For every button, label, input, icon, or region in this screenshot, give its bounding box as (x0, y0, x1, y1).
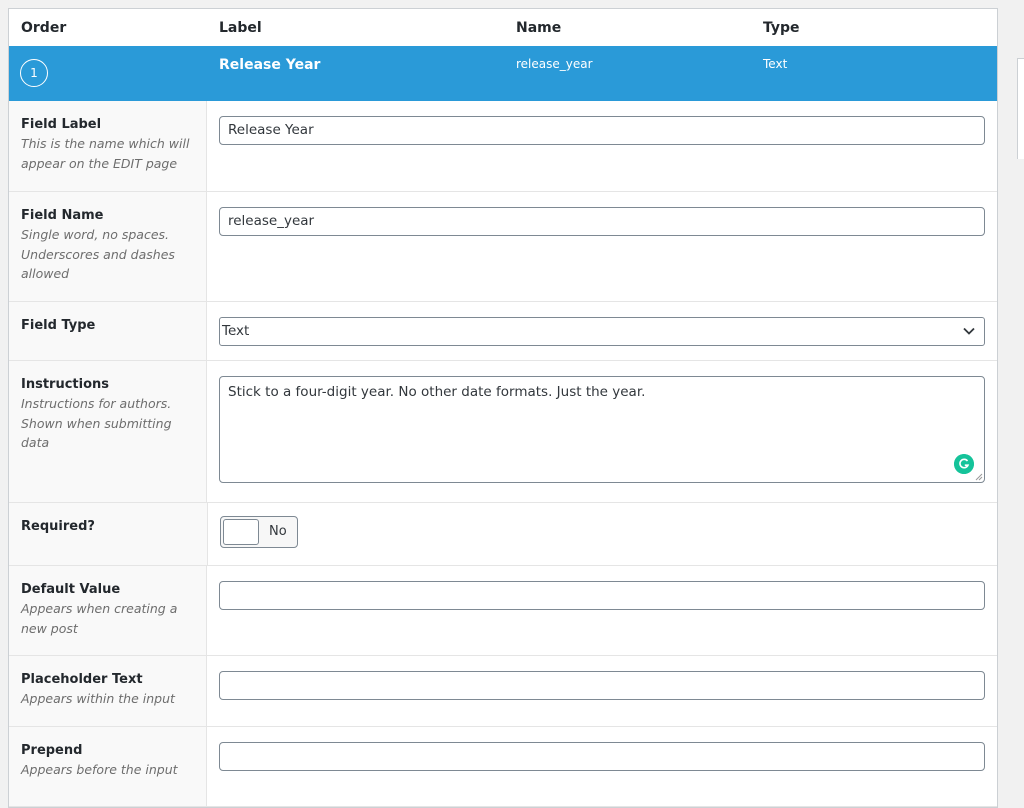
instructions-row: Instructions Instructions for authors. S… (9, 361, 997, 503)
required-label-cell: Required? (9, 503, 208, 565)
field-type-input-cell: Text (207, 302, 997, 360)
instructions-title: Instructions (21, 377, 110, 392)
placeholder-text-input-cell (207, 656, 997, 726)
default-value-input-cell (207, 566, 997, 655)
instructions-description: Instructions for authors. Shown when sub… (21, 396, 172, 450)
field-name-title: Field Name (21, 208, 104, 223)
field-summary-name: release_year (516, 57, 593, 71)
field-label-label-cell: Field Label This is the name which will … (9, 101, 207, 191)
chevron-down-icon (963, 327, 975, 335)
instructions-input-cell: Stick to a four-digit year. No other dat… (207, 361, 997, 502)
field-order-badge[interactable]: 1 (20, 59, 48, 87)
field-label-input[interactable]: Release Year (219, 116, 985, 145)
prepend-row: Prepend Appears before the input (9, 727, 997, 807)
field-name-input-cell: release_year (207, 192, 997, 301)
field-summary-label[interactable]: Release Year (219, 57, 320, 73)
field-name-row: Field Name Single word, no spaces. Under… (9, 192, 997, 302)
placeholder-text-description: Appears within the input (21, 691, 175, 706)
field-label-input-cell: Release Year (207, 101, 997, 191)
field-type-select[interactable]: Text (219, 317, 985, 346)
required-title: Required? (21, 519, 95, 534)
field-type-label-cell: Field Type (9, 302, 207, 360)
default-value-label-cell: Default Value Appears when creating a ne… (9, 566, 207, 655)
label-column-header: Label (219, 20, 262, 36)
default-value-description: Appears when creating a new post (21, 601, 178, 636)
default-value-input[interactable] (219, 581, 985, 610)
required-input-cell: No (208, 503, 997, 565)
field-name-description: Single word, no spaces. Underscores and … (21, 227, 175, 281)
placeholder-text-row: Placeholder Text Appears within the inpu… (9, 656, 997, 727)
required-toggle-label: No (269, 524, 287, 539)
order-column-header: Order (21, 20, 67, 36)
sidebar-edge (1017, 58, 1024, 159)
field-summary-row[interactable]: 1 Release Year release_year Text (9, 46, 997, 101)
field-label-title: Field Label (21, 117, 102, 132)
field-settings: Field Label This is the name which will … (9, 101, 997, 807)
required-toggle[interactable]: No (220, 516, 298, 548)
prepend-label-cell: Prepend Appears before the input (9, 727, 207, 806)
field-editor-panel: Order Label Name Type 1 Release Year rel… (8, 8, 998, 808)
grammarly-icon[interactable] (954, 454, 974, 474)
toggle-knob (223, 519, 259, 545)
type-column-header: Type (763, 20, 800, 36)
field-name-input[interactable]: release_year (219, 207, 985, 236)
table-header: Order Label Name Type (9, 9, 997, 47)
resize-handle-icon[interactable] (974, 472, 983, 481)
prepend-description: Appears before the input (21, 762, 178, 777)
placeholder-text-title: Placeholder Text (21, 672, 143, 687)
required-row: Required? No (9, 503, 997, 566)
prepend-title: Prepend (21, 743, 83, 758)
field-type-title: Field Type (21, 318, 96, 333)
default-value-title: Default Value (21, 582, 121, 597)
field-summary-type: Text (763, 57, 788, 71)
field-label-row: Field Label This is the name which will … (9, 101, 997, 192)
placeholder-text-label-cell: Placeholder Text Appears within the inpu… (9, 656, 207, 726)
field-type-selected-value: Text (222, 323, 250, 339)
default-value-row: Default Value Appears when creating a ne… (9, 566, 997, 656)
name-column-header: Name (516, 20, 562, 36)
placeholder-text-input[interactable] (219, 671, 985, 700)
instructions-textarea[interactable]: Stick to a four-digit year. No other dat… (219, 376, 985, 483)
field-type-row: Field Type Text (9, 302, 997, 361)
field-name-label-cell: Field Name Single word, no spaces. Under… (9, 192, 207, 301)
instructions-text: Stick to a four-digit year. No other dat… (228, 384, 646, 400)
prepend-input-cell (207, 727, 997, 806)
prepend-input[interactable] (219, 742, 985, 771)
instructions-label-cell: Instructions Instructions for authors. S… (9, 361, 207, 502)
field-label-description: This is the name which will appear on th… (21, 136, 190, 171)
